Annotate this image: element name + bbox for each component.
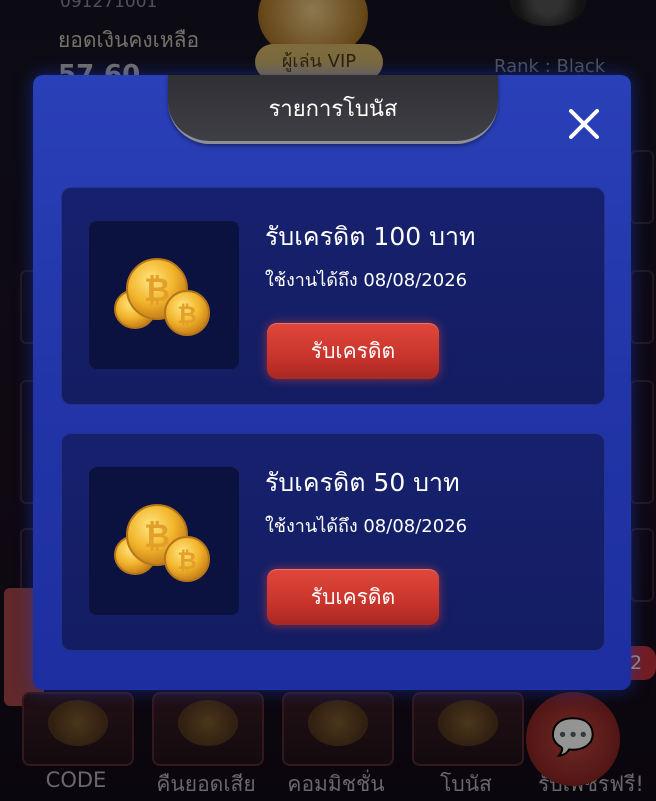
modal-title-tab: รายการโบนัส bbox=[168, 75, 498, 144]
svg-text:₿: ₿ bbox=[177, 547, 197, 575]
claim-credit-button[interactable]: รับเครดิต bbox=[267, 569, 439, 625]
bitcoin-coins-icon: ₿ ₿ bbox=[114, 258, 210, 336]
bonus-card: ₿ ₿ รับเครดิต 100 บาท ใช้งานได้ถึง 08/08… bbox=[61, 187, 605, 405]
close-icon bbox=[569, 109, 599, 139]
bonus-thumbnail: ₿ ₿ bbox=[89, 221, 239, 369]
modal-title: รายการโบนัส bbox=[268, 97, 398, 122]
svg-text:₿: ₿ bbox=[144, 517, 170, 555]
bonus-expiry: ใช้งานได้ถึง 08/08/2026 bbox=[265, 270, 468, 291]
svg-text:₿: ₿ bbox=[177, 301, 197, 329]
close-button[interactable] bbox=[563, 103, 605, 145]
bonus-modal: รายการโบนัส ₿ ₿ รับเครดิต 100 บาท ใช้งาน… bbox=[33, 75, 631, 690]
bonus-title: รับเครดิต 100 บาท bbox=[265, 222, 476, 251]
bonus-card: ₿ ₿ รับเครดิต 50 บาท ใช้งานได้ถึง 08/08/… bbox=[61, 433, 605, 651]
bonus-expiry: ใช้งานได้ถึง 08/08/2026 bbox=[265, 516, 468, 537]
claim-credit-button[interactable]: รับเครดิต bbox=[267, 323, 439, 379]
bonus-thumbnail: ₿ ₿ bbox=[89, 467, 239, 615]
bonus-list[interactable]: ₿ ₿ รับเครดิต 100 บาท ใช้งานได้ถึง 08/08… bbox=[61, 187, 605, 653]
bitcoin-coins-icon: ₿ ₿ bbox=[114, 504, 210, 582]
bonus-title: รับเครดิต 50 บาท bbox=[265, 468, 460, 497]
svg-text:₿: ₿ bbox=[144, 271, 170, 309]
